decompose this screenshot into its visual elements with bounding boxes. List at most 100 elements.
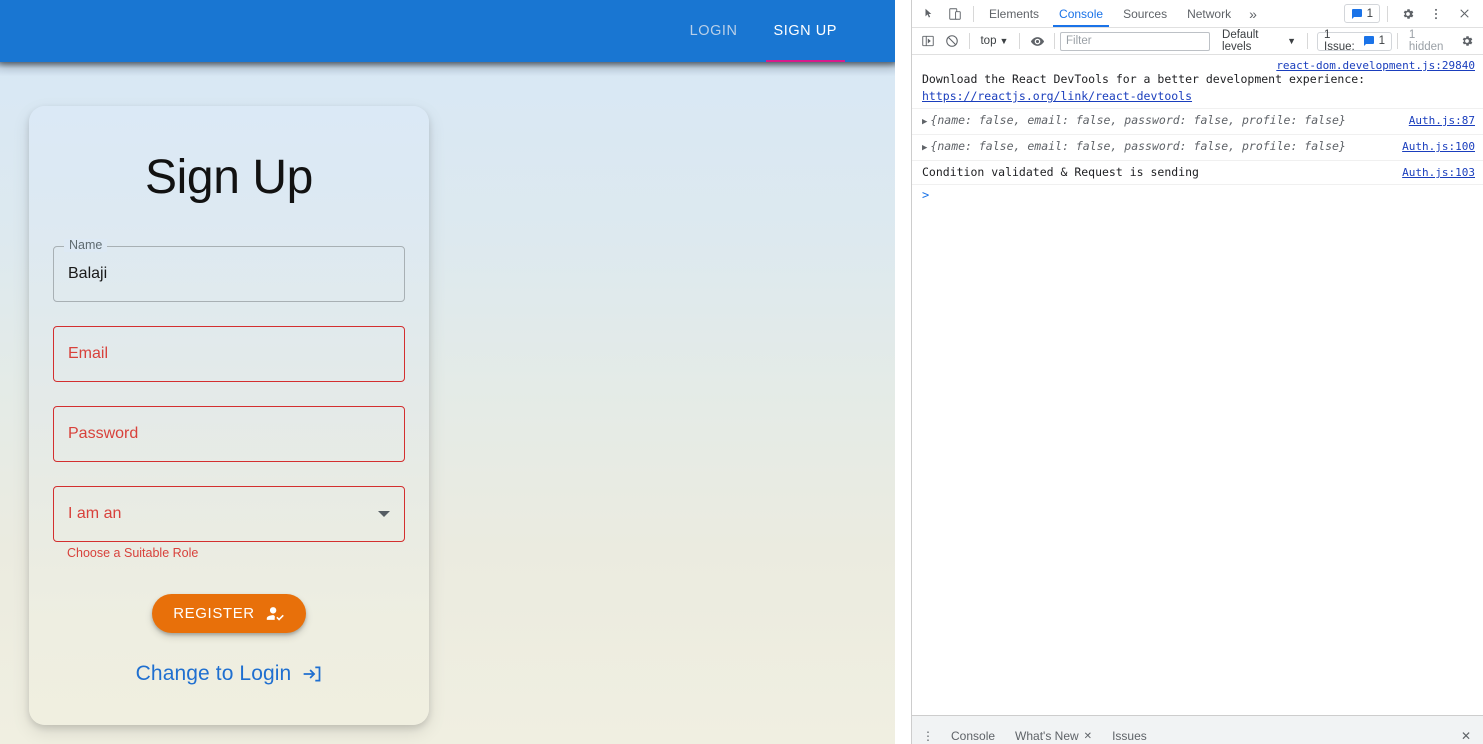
change-login-row: Change to Login [53, 662, 405, 686]
tab-network-label: Network [1187, 6, 1232, 21]
app-bar-shadow [0, 62, 895, 76]
register-button-row: REGISTER [53, 594, 405, 633]
console-message-link[interactable]: https://reactjs.org/link/react-devtools [922, 89, 1192, 103]
issues-badge[interactable]: 1 Issue: 1 [1317, 29, 1392, 53]
console-message-text: Condition validated & Request is sending [922, 165, 1199, 179]
clear-console-icon[interactable] [940, 29, 964, 53]
app-bar-nav-tabs: LOGIN SIGN UP [672, 0, 855, 62]
live-expression-icon[interactable] [1025, 29, 1049, 53]
change-to-login-label: Change to Login [135, 662, 292, 685]
signup-card: Sign Up Name Balaji Email Password I am … [29, 106, 429, 725]
drawer-tab-issues-label: Issues [1112, 729, 1147, 743]
console-message-source[interactable]: react-dom.development.js:29840 [1276, 57, 1475, 74]
devtools-panel: Elements Console Sources Network » 1 top… [911, 0, 1483, 744]
devtools-toolbar-right: 1 [1343, 2, 1479, 26]
more-vertical-icon[interactable] [1423, 2, 1449, 26]
password-input[interactable]: Password [53, 406, 405, 462]
console-message-source[interactable]: Auth.js:100 [1402, 138, 1475, 155]
console-message-list: react-dom.development.js:29840 Download … [912, 55, 1483, 715]
nav-tab-signup[interactable]: SIGN UP [756, 0, 855, 62]
devtools-drawer-tabs: ⋮ Console What's New ✕ Issues ✕ [916, 728, 1480, 744]
drawer-tab-whats-new-label: What's New [1015, 729, 1079, 743]
drawer-tab-issues[interactable]: Issues [1103, 729, 1156, 743]
issues-label: 1 Issue: [1324, 29, 1355, 53]
tab-console-label: Console [1059, 6, 1104, 21]
web-page-viewport: LOGIN SIGN UP Sign Up Name Balaji Email … [0, 0, 895, 744]
console-message-source[interactable]: Auth.js:87 [1409, 112, 1475, 129]
more-vertical-icon[interactable]: ⋮ [916, 730, 940, 742]
filterbar-divider-1 [968, 33, 970, 49]
message-icon [1351, 8, 1363, 20]
console-filter-bar: top ▼ Default levels ▼ 1 Issue: 1 [912, 28, 1483, 55]
console-settings-gear-icon[interactable] [1455, 29, 1479, 53]
name-input[interactable]: Name Balaji [53, 239, 405, 302]
chevron-down-icon [378, 511, 390, 517]
filterbar-divider-2 [1019, 33, 1021, 49]
role-select-helper-text: Choose a Suitable Role [67, 546, 199, 560]
console-message-react-devtools[interactable]: react-dom.development.js:29840 Download … [912, 55, 1483, 109]
console-message-text: Download the React DevTools for a better… [922, 72, 1366, 86]
issue-icon [1363, 35, 1375, 47]
signup-form: Name Balaji Email Password I am an Choos… [29, 239, 429, 686]
devtools-drawer: ⋮ Console What's New ✕ Issues ✕ [912, 715, 1483, 744]
name-field-value: Balaji [68, 265, 108, 282]
role-select-wrapper: I am an Choose a Suitable Role [53, 486, 405, 560]
toolbar-divider-2 [1387, 5, 1388, 22]
filterbar-divider-4 [1307, 33, 1308, 49]
register-button[interactable]: REGISTER [152, 594, 306, 633]
role-select[interactable]: I am an [53, 486, 405, 542]
name-field-label: Name [64, 239, 108, 252]
nav-tab-login[interactable]: LOGIN [672, 0, 756, 62]
tab-console[interactable]: Console [1049, 0, 1113, 27]
email-input[interactable]: Email [53, 326, 405, 382]
inspect-element-icon[interactable] [916, 2, 942, 26]
close-drawer-icon[interactable]: ✕ [1452, 729, 1480, 743]
login-arrow-icon [302, 664, 322, 684]
register-button-label: REGISTER [173, 605, 255, 622]
console-prompt-caret: > [922, 188, 930, 202]
execution-context-selector[interactable]: top ▼ [974, 31, 1014, 51]
console-message-object: {name: false, email: false, password: fa… [930, 139, 1346, 153]
chevron-down-icon: ▼ [1287, 36, 1297, 46]
filter-input[interactable] [1060, 31, 1211, 51]
console-message-object-1[interactable]: Auth.js:87 ▶ {name: false, email: false, … [912, 109, 1483, 135]
log-levels-selector[interactable]: Default levels ▼ [1216, 29, 1302, 53]
nav-tab-signup-label: SIGN UP [773, 23, 837, 39]
expand-triangle-icon[interactable]: ▶ [922, 143, 927, 153]
console-message-condition[interactable]: Auth.js:103 Condition validated & Reques… [912, 161, 1483, 185]
email-field-label: Email [68, 345, 109, 362]
toolbar-divider [973, 5, 974, 22]
gear-icon[interactable] [1395, 2, 1421, 26]
expand-triangle-icon[interactable]: ▶ [922, 117, 927, 127]
tab-sources[interactable]: Sources [1113, 0, 1177, 27]
more-tabs-button[interactable]: » [1241, 6, 1265, 22]
filterbar-divider-5 [1396, 33, 1398, 49]
close-icon[interactable] [1451, 2, 1477, 26]
tab-elements[interactable]: Elements [979, 0, 1049, 27]
message-count: 1 [1366, 7, 1373, 20]
change-to-login-link[interactable]: Change to Login [136, 662, 323, 686]
hidden-messages-label[interactable]: 1 hidden [1403, 29, 1455, 53]
app-bar: LOGIN SIGN UP [0, 0, 895, 62]
drawer-tab-console[interactable]: Console [942, 729, 1004, 743]
message-count-badge[interactable]: 1 [1343, 4, 1380, 23]
page-title: Sign Up [145, 151, 313, 204]
nav-tab-login-label: LOGIN [689, 23, 738, 39]
drawer-tab-whats-new[interactable]: What's New ✕ [1006, 729, 1101, 743]
drawer-tab-console-label: Console [951, 729, 996, 743]
close-tab-icon[interactable]: ✕ [1084, 731, 1092, 742]
console-prompt[interactable]: > [912, 185, 1483, 205]
screen: LOGIN SIGN UP Sign Up Name Balaji Email … [0, 0, 1483, 744]
name-field-wrapper: Name Balaji [53, 239, 405, 302]
console-message-object-2[interactable]: Auth.js:100 ▶ {name: false, email: false,… [912, 135, 1483, 161]
console-message-source[interactable]: Auth.js:103 [1402, 164, 1475, 181]
tab-network[interactable]: Network [1177, 0, 1241, 27]
device-toolbar-icon[interactable] [942, 2, 968, 26]
execution-context-value: top [980, 35, 997, 47]
console-sidebar-icon[interactable] [916, 29, 940, 53]
password-field-label: Password [68, 425, 139, 442]
console-message-object: {name: false, email: false, password: fa… [930, 113, 1346, 127]
log-levels-value: Default levels [1222, 29, 1259, 53]
chevron-down-icon: ▼ [999, 36, 1009, 46]
devtools-toolbar: Elements Console Sources Network » 1 [912, 0, 1483, 28]
